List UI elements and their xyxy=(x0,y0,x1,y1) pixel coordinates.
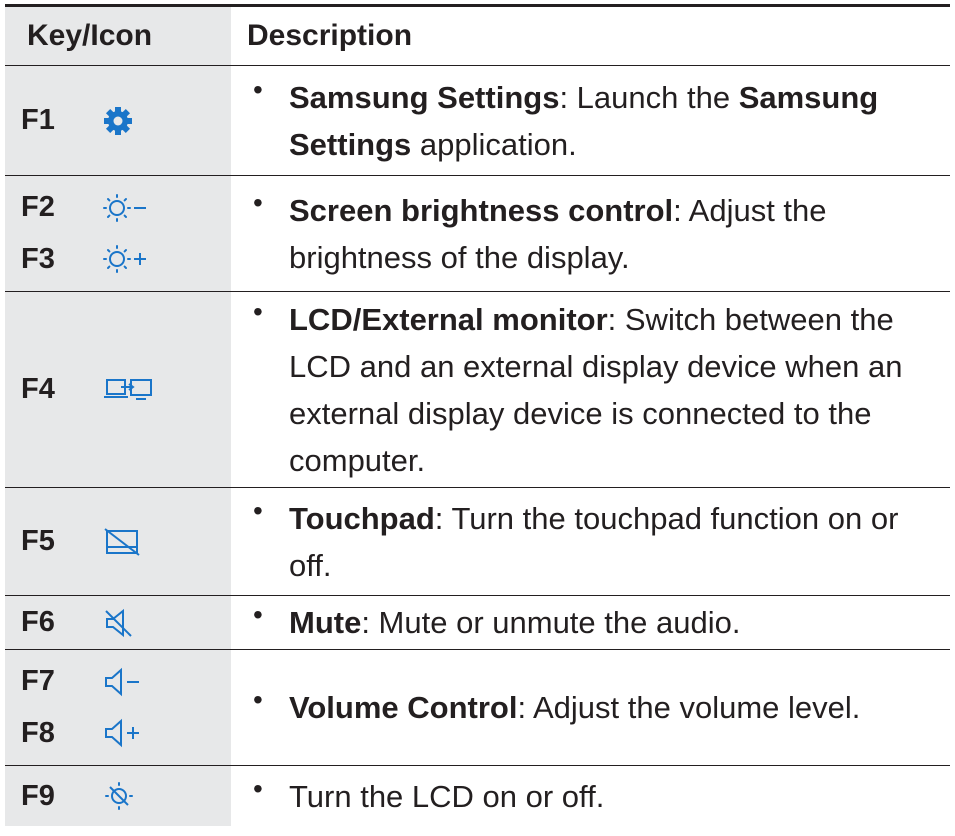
bullet: • xyxy=(253,684,263,715)
lcd-off-icon xyxy=(103,779,163,813)
key-label: F8 xyxy=(21,716,55,749)
key-entry: F8 xyxy=(5,710,231,756)
table-row: F9 • Turn the LCD on or off. xyxy=(5,766,950,826)
description-text: Turn the LCD on or off. xyxy=(289,778,605,814)
key-cell: F5 xyxy=(5,488,231,595)
bullet: • xyxy=(253,772,263,804)
key-entry: F5 xyxy=(5,519,231,565)
description-cell: • Touchpad: Turn the touchpad function o… xyxy=(231,488,950,595)
touchpad-off-icon xyxy=(103,525,163,559)
description-cell: • LCD/External monitor: Switch between t… xyxy=(231,292,950,487)
key-entry: F6 xyxy=(5,600,231,646)
table-row: F2 F3 • Screen brightness control: Adjus… xyxy=(5,176,950,292)
description-cell: • Volume Control: Adjust the volume leve… xyxy=(231,650,950,765)
header-key-icon: Key/Icon xyxy=(5,7,231,65)
table-row: F5 • Touchpad: Turn the touchpad functio… xyxy=(5,488,950,596)
volume-down-icon xyxy=(103,665,163,699)
bullet: • xyxy=(253,494,263,526)
description-cell: • Mute: Mute or unmute the audio. xyxy=(231,596,950,649)
description-text: Mute: Mute or unmute the audio. xyxy=(289,605,741,640)
table-row: F1 • Samsung Settings: Launch the Samsun… xyxy=(5,66,950,176)
key-label: F1 xyxy=(21,104,55,136)
bullet: • xyxy=(253,295,263,327)
bullet: • xyxy=(253,599,263,630)
key-label: F9 xyxy=(21,779,55,812)
settings-gear-icon xyxy=(103,104,163,138)
brightness-up-icon xyxy=(103,242,163,276)
function-key-table: Key/Icon Description F1 • Samsung Settin… xyxy=(5,4,950,826)
key-cell: F4 xyxy=(5,292,231,487)
key-label: F5 xyxy=(21,525,55,557)
description-text: Samsung Settings: Launch the Samsung Set… xyxy=(289,79,879,162)
key-entry: F9 xyxy=(5,773,231,819)
bullet: • xyxy=(253,73,263,105)
key-cell: F9 xyxy=(5,766,231,826)
bullet: • xyxy=(253,186,263,218)
key-label: F2 xyxy=(21,191,55,224)
description-text: LCD/External monitor: Switch between the… xyxy=(289,301,903,478)
key-label: F3 xyxy=(21,242,55,275)
key-cell: F7 F8 xyxy=(5,650,231,765)
brightness-down-icon xyxy=(103,191,163,225)
key-label: F7 xyxy=(21,665,55,698)
description-cell: • Samsung Settings: Launch the Samsung S… xyxy=(231,66,950,175)
key-entry: F4 xyxy=(5,367,231,413)
key-cell: F2 F3 xyxy=(5,176,231,291)
description-text: Volume Control: Adjust the volume level. xyxy=(289,690,861,725)
key-label: F4 xyxy=(21,373,55,405)
description-cell: • Screen brightness control: Adjust the … xyxy=(231,176,950,291)
key-label: F6 xyxy=(21,606,55,638)
table-row: F4 • LCD/External monitor: Switch betwee… xyxy=(5,292,950,488)
description-text: Screen brightness control: Adjust the br… xyxy=(289,192,827,275)
table-row: F6 • Mute: Mute or unmute the audio. xyxy=(5,596,950,650)
lcd-external-monitor-icon xyxy=(103,373,163,407)
description-text: Touchpad: Turn the touchpad function on … xyxy=(289,500,899,583)
key-entry: F7 xyxy=(5,659,231,705)
table-row: F7 F8 • Volume Control: Adjust the volum… xyxy=(5,650,950,766)
key-entry: F3 xyxy=(5,236,231,282)
volume-up-icon xyxy=(103,716,163,750)
description-cell: • Turn the LCD on or off. xyxy=(231,766,950,826)
table-header: Key/Icon Description xyxy=(5,4,950,66)
key-cell: F6 xyxy=(5,596,231,649)
mute-icon xyxy=(103,606,163,640)
key-entry: F1 xyxy=(5,98,231,144)
key-cell: F1 xyxy=(5,66,231,175)
key-entry: F2 xyxy=(5,185,231,231)
header-description: Description xyxy=(247,19,413,52)
